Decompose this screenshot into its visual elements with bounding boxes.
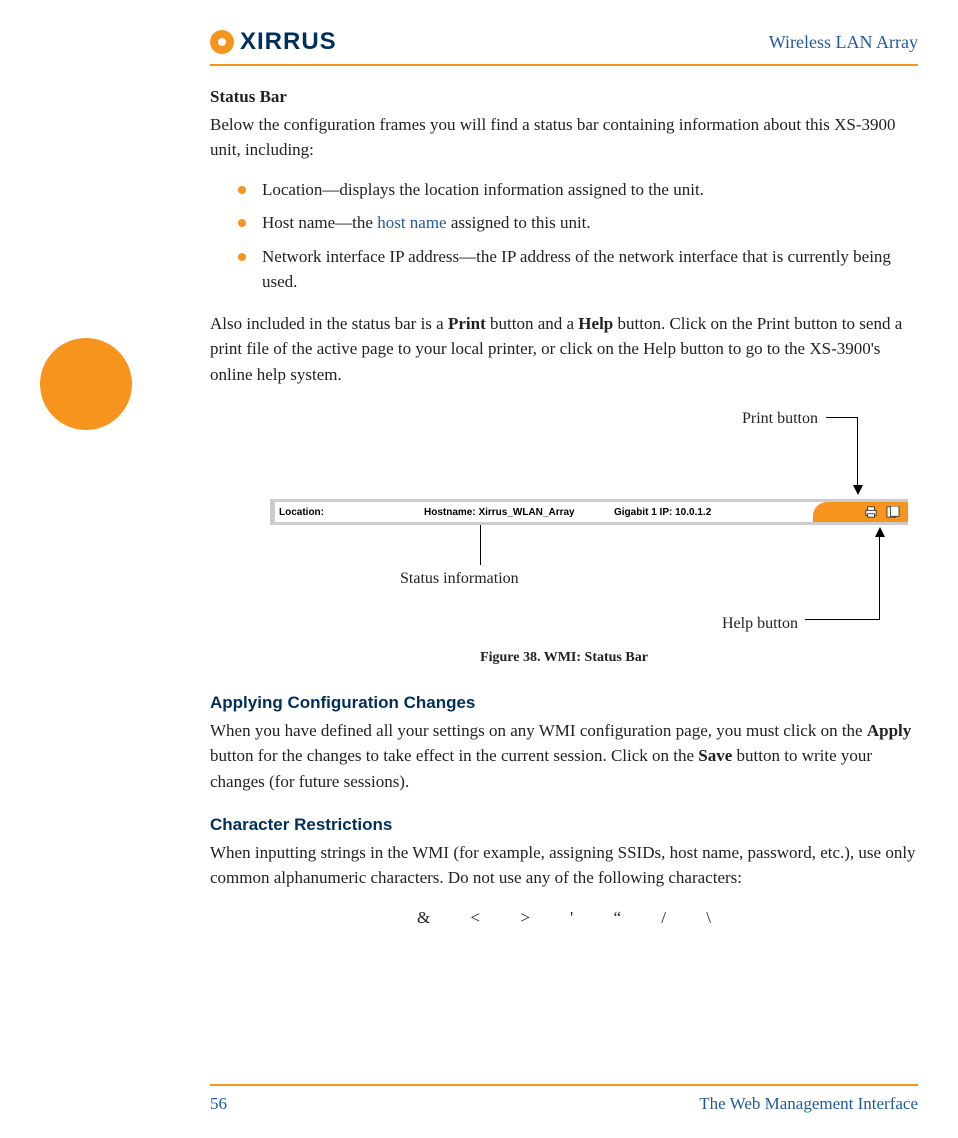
text-bold: Help [578, 314, 613, 333]
annotation-status: Status information [400, 567, 519, 591]
bullet-text: Network interface IP address—the IP addr… [262, 247, 891, 292]
text: button and a [486, 314, 579, 333]
chapter-name: The Web Management Interface [699, 1094, 918, 1114]
text-bold: Print [448, 314, 486, 333]
status-bar-bullets: Location—displays the location informati… [238, 177, 918, 295]
page-footer: 56 The Web Management Interface [60, 1084, 918, 1114]
annotation-line [480, 525, 481, 565]
host-name-link[interactable]: host name [377, 213, 446, 232]
margin-dot-icon [40, 338, 132, 430]
bullet-text: assigned to this unit. [447, 213, 591, 232]
annotation-line [857, 417, 858, 487]
annotation-line [826, 417, 858, 418]
status-bar-heading: Status Bar [210, 84, 918, 110]
list-item: Network interface IP address—the IP addr… [238, 244, 918, 295]
status-bar-intro: Below the configuration frames you will … [210, 112, 918, 163]
logo-text: XIRRUS [240, 28, 337, 56]
list-item: Host name—the host name assigned to this… [238, 210, 918, 236]
list-item: Location—displays the location informati… [238, 177, 918, 203]
help-icon[interactable] [886, 506, 900, 518]
sb-hostname: Hostname: Xirrus_WLAN_Array [420, 505, 610, 520]
doc-title: Wireless LAN Array [769, 32, 918, 53]
logo: XIRRUS [210, 28, 337, 56]
apply-para: When you have defined all your settings … [210, 718, 918, 795]
annotation-line [805, 619, 880, 620]
footer-rule [210, 1084, 918, 1086]
arrow-up-icon [875, 527, 885, 537]
page-header: XIRRUS Wireless LAN Array [60, 28, 918, 56]
text-bold: Apply [867, 721, 911, 740]
page-number: 56 [210, 1094, 227, 1114]
bullet-text: Location—displays the location informati… [262, 180, 704, 199]
sb-location: Location: [275, 505, 420, 520]
annotation-print: Print button [742, 407, 818, 431]
header-rule [210, 64, 918, 66]
figure-38: Print button Location: Hostname: Xirrus_… [210, 407, 918, 637]
text: button for the changes to take effect in… [210, 746, 698, 765]
status-bar-para2: Also included in the status bar is a Pri… [210, 311, 918, 388]
char-heading: Character Restrictions [210, 812, 918, 838]
status-bar-screenshot: Location: Hostname: Xirrus_WLAN_Array Gi… [270, 499, 908, 525]
annotation-help: Help button [722, 612, 798, 636]
char-para: When inputting strings in the WMI (for e… [210, 840, 918, 891]
figure-caption: Figure 38. WMI: Status Bar [210, 647, 918, 668]
text: Also included in the status bar is a [210, 314, 448, 333]
apply-heading: Applying Configuration Changes [210, 690, 918, 716]
arrow-down-icon [853, 485, 863, 495]
text: When you have defined all your settings … [210, 721, 867, 740]
bullet-text: Host name—the [262, 213, 377, 232]
text-bold: Save [698, 746, 732, 765]
char-list: & < > ' “ / \ [210, 905, 918, 931]
logo-icon [210, 30, 234, 54]
sb-buttons [813, 502, 908, 522]
annotation-line [879, 535, 880, 619]
print-icon[interactable] [864, 506, 878, 518]
sb-ip: Gigabit 1 IP: 10.0.1.2 [610, 505, 740, 520]
